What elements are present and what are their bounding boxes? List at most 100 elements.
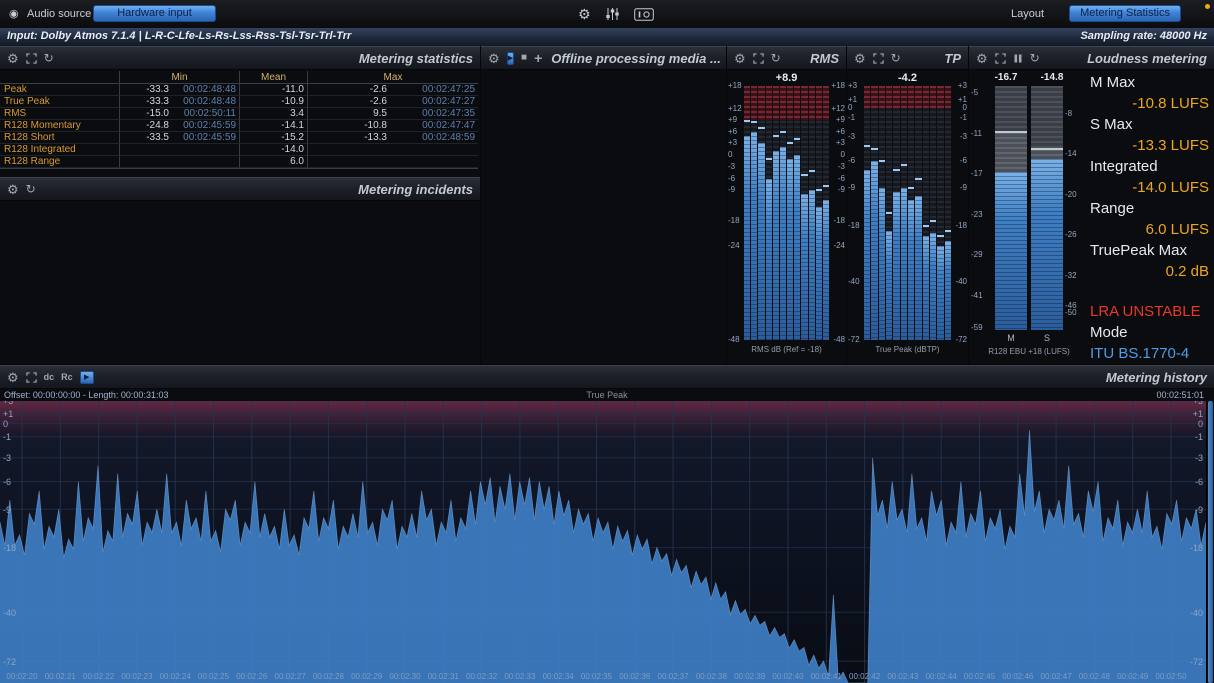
- peak-marker: [773, 135, 779, 137]
- tp-scale-left: +3+10-1-3-6-9-18-40-72: [848, 86, 864, 340]
- meter-channel-Lss: [787, 86, 793, 340]
- refresh-icon[interactable]: ↻: [26, 183, 36, 195]
- gear-icon[interactable]: ⚙: [854, 52, 866, 65]
- refresh-icon[interactable]: ↻: [891, 52, 901, 64]
- scale-tick: -48: [829, 335, 845, 344]
- pause-icon[interactable]: [1013, 53, 1023, 64]
- level-bar: [816, 207, 822, 340]
- integrated-label: Integrated: [1090, 156, 1211, 177]
- peak-marker: [915, 178, 921, 180]
- meter-channel-C: [758, 86, 764, 340]
- tp-axis-label: True Peak (dBTP): [847, 345, 968, 354]
- stats-cell: RMS: [0, 108, 120, 120]
- max-hold-zone: [1031, 86, 1063, 149]
- stats-cell: 00:02:47:27: [390, 96, 478, 108]
- loudness-readout-list: M Max -10.8 LUFS S Max -13.3 LUFS Integr…: [1090, 72, 1211, 364]
- dc-offset-icon[interactable]: dc: [44, 372, 55, 382]
- gear-icon[interactable]: ⚙: [488, 52, 500, 65]
- sliders-icon[interactable]: [605, 7, 620, 21]
- level-bar: [773, 151, 779, 340]
- scale-tick: -11: [971, 129, 987, 138]
- s-max-label: S Max: [1090, 114, 1211, 135]
- range-value: 6.0 LUFS: [1090, 219, 1211, 240]
- between-zone: [995, 132, 1027, 172]
- tp-meter: [864, 86, 951, 340]
- add-media-icon[interactable]: +: [534, 51, 542, 65]
- peak-marker: [879, 160, 885, 162]
- expand-icon[interactable]: [873, 53, 884, 64]
- peak-marker: [864, 145, 870, 147]
- scale-tick: -40: [951, 277, 967, 286]
- refresh-icon[interactable]: ↻: [771, 52, 781, 64]
- gear-icon[interactable]: ⚙: [734, 52, 746, 65]
- hardware-input-button[interactable]: Hardware input: [93, 5, 216, 22]
- tp-max-readout: -4.2: [864, 72, 951, 84]
- meter-channel-R: [871, 86, 877, 340]
- red-zone: [908, 86, 914, 108]
- stop-icon[interactable]: ■: [521, 53, 527, 63]
- scale-tick: +3: [829, 138, 845, 147]
- scale-tick: -18: [829, 216, 845, 225]
- play-icon[interactable]: ▶: [507, 52, 514, 65]
- red-zone: [945, 86, 951, 108]
- reset-counters-icon[interactable]: Rc: [61, 372, 73, 382]
- expand-icon[interactable]: [26, 53, 37, 64]
- loudness-meter: [995, 86, 1063, 330]
- red-zone: [886, 86, 892, 108]
- loudness-panel-header: ⚙ ↻ Loudness metering: [969, 46, 1214, 70]
- s-max-value: -13.3 LUFS: [1090, 135, 1211, 156]
- meter-channel-Trl: [937, 86, 943, 340]
- stats-cell: -11.0: [240, 84, 308, 96]
- expand-icon[interactable]: [26, 372, 37, 383]
- tp-panel-title: TP: [944, 51, 961, 66]
- scale-tick: +18: [728, 81, 744, 90]
- peak-marker: [901, 164, 907, 166]
- scale-tick: -1: [951, 113, 967, 122]
- io-routing-icon[interactable]: [634, 8, 654, 21]
- max-marker: [995, 131, 1027, 133]
- scale-tick: -48: [728, 335, 744, 344]
- stats-cell: -14.0: [240, 144, 308, 156]
- history-scale-tick: -3: [3, 453, 11, 463]
- refresh-icon[interactable]: ↻: [44, 52, 54, 64]
- between-zone: [1031, 149, 1063, 159]
- play-icon[interactable]: ▶: [80, 371, 94, 384]
- gear-icon[interactable]: ⚙: [7, 371, 19, 384]
- scale-tick: -9: [829, 185, 845, 194]
- expand-icon[interactable]: [753, 53, 764, 64]
- meter-channel-Tsl: [801, 86, 807, 340]
- loudness-bar-M: [995, 86, 1027, 330]
- history-scrollbar[interactable]: [1206, 401, 1214, 683]
- peak-marker: [930, 220, 936, 222]
- peak-marker: [908, 187, 914, 189]
- expand-icon[interactable]: [995, 53, 1006, 64]
- metering-statistics-button[interactable]: Metering Statistics: [1069, 5, 1181, 22]
- gear-icon[interactable]: ⚙: [7, 183, 19, 196]
- gear-icon[interactable]: ⚙: [976, 52, 988, 65]
- scale-tick: -6: [951, 156, 967, 165]
- scale-tick: -14: [1065, 149, 1085, 158]
- refresh-icon[interactable]: ↻: [1030, 52, 1040, 64]
- red-zone: [801, 86, 807, 120]
- layout-button[interactable]: Layout: [1011, 8, 1044, 20]
- stats-cell: Max: [308, 71, 478, 84]
- settings-gear-icon[interactable]: ⚙: [578, 7, 591, 21]
- red-zone: [871, 86, 877, 108]
- scale-tick: 0: [829, 150, 845, 159]
- topbar-tools: ⚙: [578, 5, 654, 23]
- tp-panel-header: ⚙ ↻ TP: [847, 46, 968, 70]
- red-zone: [758, 86, 764, 120]
- gear-icon[interactable]: ⚙: [7, 52, 19, 65]
- tp-scale-right: +3+10-1-3-6-9-18-40-72: [951, 86, 967, 340]
- scale-tick: -3: [728, 162, 744, 171]
- red-zone: [787, 86, 793, 120]
- scrollbar-thumb[interactable]: [1208, 401, 1213, 683]
- level-bar: [758, 143, 764, 340]
- audio-source-label: Audio source: [27, 8, 91, 20]
- level-bar: [794, 155, 800, 340]
- status-dot: [1205, 4, 1210, 9]
- stats-cell: [0, 71, 120, 84]
- peak-marker: [766, 158, 772, 160]
- incidents-panel-title: Metering incidents: [358, 182, 473, 197]
- meter-channel-Rs: [901, 86, 907, 340]
